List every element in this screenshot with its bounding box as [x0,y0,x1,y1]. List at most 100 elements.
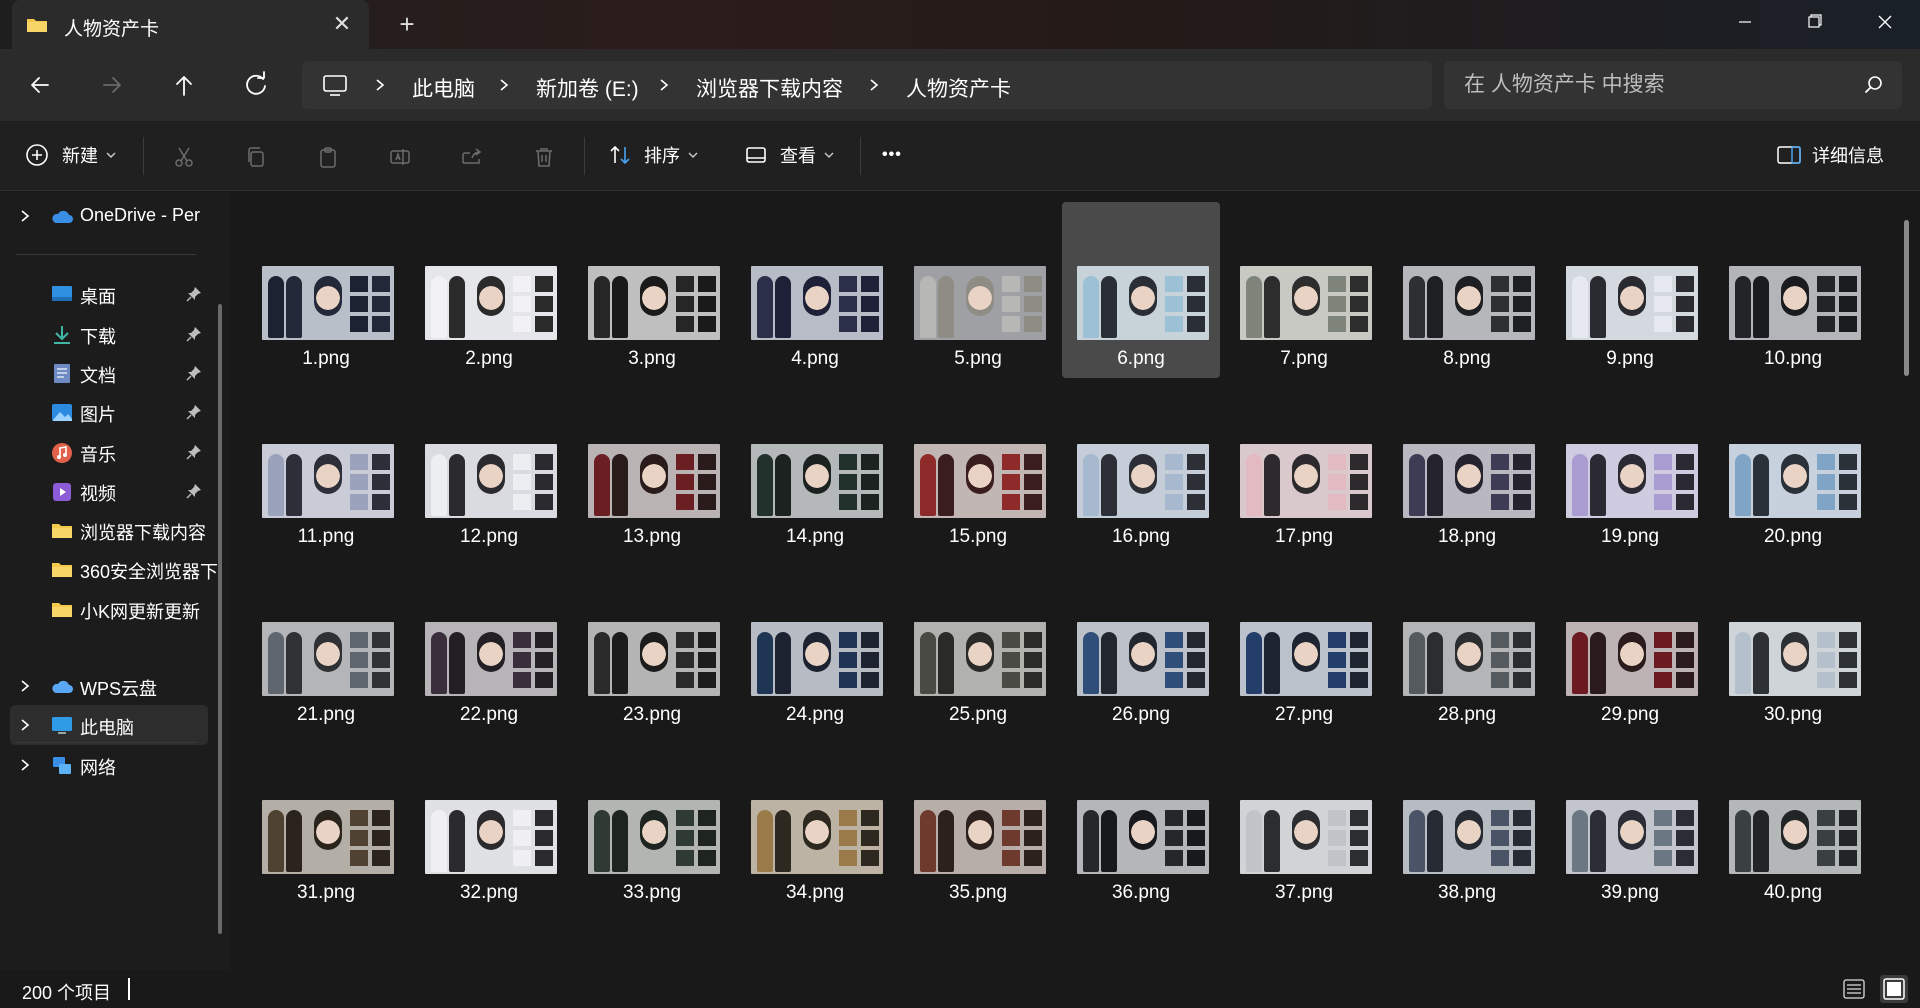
paste-icon[interactable] [316,145,340,169]
file-item[interactable]: 31.png [247,736,405,912]
file-item[interactable]: 14.png [736,380,894,556]
share-icon[interactable] [460,145,484,169]
file-item[interactable]: 12.png [410,380,568,556]
file-item[interactable]: 26.png [1062,558,1220,734]
file-item[interactable]: 8.png [1388,202,1546,378]
up-button[interactable] [162,67,206,103]
new-button[interactable]: 新建 [24,135,118,175]
file-item[interactable]: 3.png [573,202,731,378]
pin-icon[interactable] [186,326,202,342]
search-icon[interactable] [1864,75,1884,95]
delete-icon[interactable] [532,145,556,169]
breadcrumb-downloads-folder[interactable]: 浏览器下载内容 [696,73,843,103]
file-item[interactable]: 32.png [410,736,568,912]
image-thumbnail [425,800,557,874]
file-item[interactable]: 21.png [247,558,405,734]
chevron-right-icon[interactable] [20,718,30,732]
details-view-button[interactable] [1840,975,1868,1003]
file-item[interactable]: 40.png [1714,736,1872,912]
sidebar-item[interactable]: 桌面 [10,274,208,314]
search-box[interactable] [1444,61,1902,109]
file-item[interactable]: 10.png [1714,202,1872,378]
pin-icon[interactable] [186,404,202,420]
file-item[interactable]: 2.png [410,202,568,378]
file-item[interactable]: 35.png [899,736,1057,912]
file-item[interactable]: 39.png [1551,736,1709,912]
vertical-scrollbar[interactable] [1904,220,1909,376]
file-item[interactable]: 34.png [736,736,894,912]
file-item[interactable]: 30.png [1714,558,1872,734]
sort-button[interactable]: 排序 [608,135,700,175]
file-item[interactable]: 28.png [1388,558,1546,734]
file-item[interactable]: 15.png [899,380,1057,556]
file-item[interactable]: 1.png [247,202,405,378]
file-item[interactable]: 29.png [1551,558,1709,734]
more-options-button[interactable]: ••• [882,135,902,175]
copy-icon[interactable] [244,145,268,169]
chevron-right-icon[interactable] [20,209,30,223]
cut-icon[interactable] [172,145,196,169]
sidebar-item[interactable]: 音乐 [10,432,208,472]
detail-swatch [1187,454,1205,470]
sidebar-item[interactable]: 网络 [10,745,208,785]
sidebar-item[interactable]: 小K网更新更新 [10,589,208,629]
breadcrumb-drive-e[interactable]: 新加卷 (E:) [536,73,639,103]
address-bar[interactable]: 此电脑 新加卷 (E:) 浏览器下载内容 人物资产卡 [302,61,1432,109]
file-item[interactable]: 9.png [1551,202,1709,378]
file-item[interactable]: 27.png [1225,558,1383,734]
file-item[interactable]: 4.png [736,202,894,378]
file-item[interactable]: 37.png [1225,736,1383,912]
pin-icon[interactable] [186,483,202,499]
details-pane-button[interactable]: 详细信息 [1776,135,1884,175]
restore-button[interactable] [1780,0,1850,44]
chevron-right-icon[interactable] [20,758,30,772]
file-item[interactable]: 24.png [736,558,894,734]
file-item[interactable]: 13.png [573,380,731,556]
forward-button[interactable] [90,67,134,103]
pin-icon[interactable] [186,444,202,460]
large-icons-view-button[interactable] [1880,975,1908,1003]
sidebar-scrollbar[interactable] [218,304,222,934]
view-button[interactable]: 查看 [744,135,836,175]
sidebar-item[interactable]: 图片 [10,392,208,432]
tab-close-button[interactable]: ✕ [328,10,356,38]
file-item[interactable]: 23.png [573,558,731,734]
file-item[interactable]: 11.png [247,380,405,556]
active-tab[interactable]: 人物资产卡 ✕ [12,0,369,49]
refresh-button[interactable] [234,67,278,103]
file-item[interactable]: 33.png [573,736,731,912]
close-button[interactable] [1850,0,1920,44]
pin-icon[interactable] [186,365,202,381]
file-item[interactable]: 19.png [1551,380,1709,556]
file-item[interactable]: 22.png [410,558,568,734]
rename-icon[interactable] [388,145,412,169]
file-list[interactable]: 1.png 2.png 3.png 4.png 5.png 6.png 7.png 8.png… [236,192,1909,970]
sidebar-item[interactable]: 此电脑 [10,705,208,745]
sidebar-item[interactable]: 文档 [10,353,208,393]
file-item[interactable]: 36.png [1062,736,1220,912]
breadcrumb-this-pc[interactable]: 此电脑 [412,73,475,103]
file-item[interactable]: 7.png [1225,202,1383,378]
sidebar-item[interactable]: 360安全浏览器下载 [10,549,220,589]
file-item[interactable]: 25.png [899,558,1057,734]
new-tab-button[interactable]: + [392,10,422,40]
sidebar-item[interactable]: 浏览器下载内容 [10,510,208,550]
sidebar-item[interactable]: WPS云盘 [10,666,208,706]
sidebar-item[interactable]: 视频 [10,471,208,511]
sidebar-item[interactable]: 下载 [10,314,208,354]
search-input[interactable] [1464,71,1844,99]
file-item[interactable]: 16.png [1062,380,1220,556]
file-item[interactable]: 20.png [1714,380,1872,556]
back-button[interactable] [18,67,62,103]
file-item[interactable]: 5.png [899,202,1057,378]
chevron-right-icon[interactable] [20,679,30,693]
file-item[interactable]: 6.png [1062,202,1220,378]
minimize-button[interactable] [1710,0,1780,44]
file-name: 30.png [1763,704,1823,725]
file-item[interactable]: 18.png [1388,380,1546,556]
file-item[interactable]: 38.png [1388,736,1546,912]
sidebar-item[interactable]: OneDrive - Per [10,196,208,236]
pin-icon[interactable] [186,286,202,302]
file-item[interactable]: 17.png [1225,380,1383,556]
breadcrumb-current-folder[interactable]: 人物资产卡 [906,73,1011,103]
